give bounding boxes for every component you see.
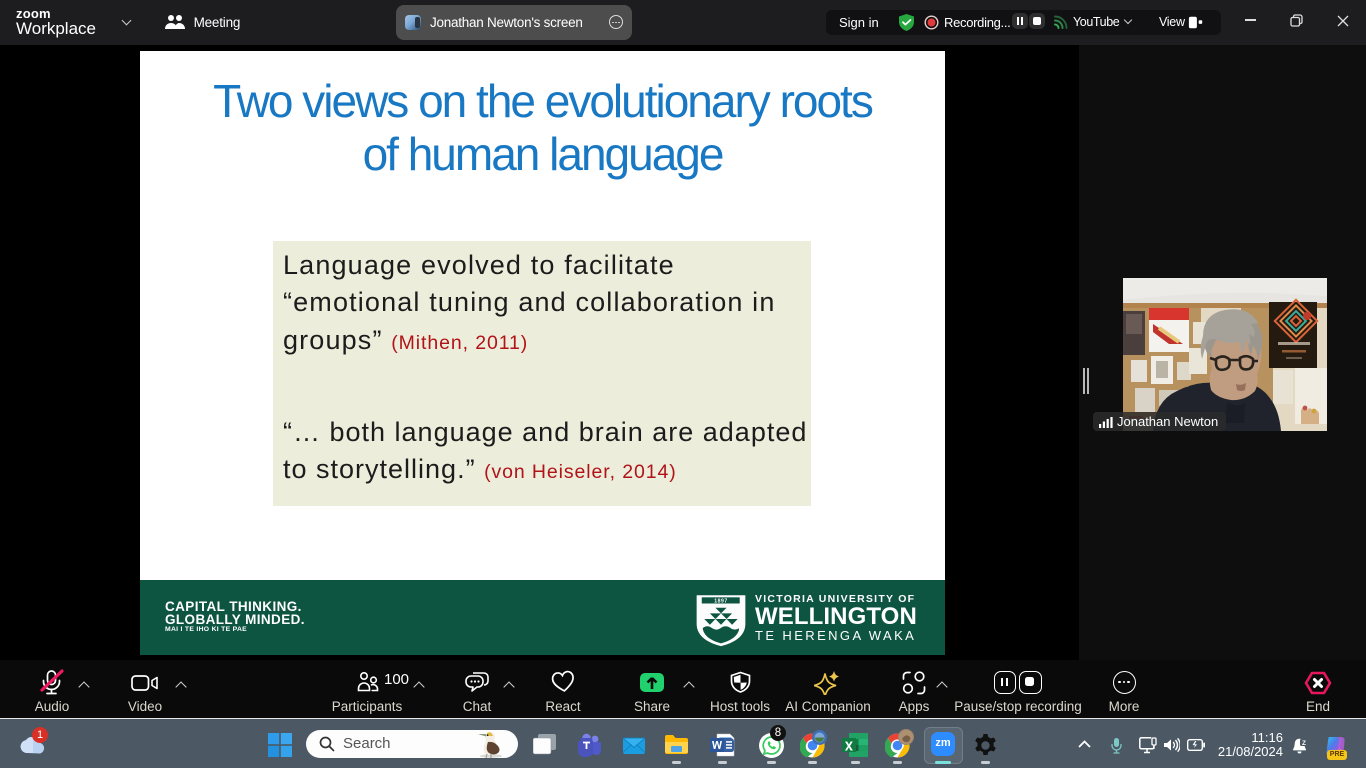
svg-text:Z: Z: [1302, 740, 1306, 747]
svg-text:1897: 1897: [714, 598, 727, 604]
